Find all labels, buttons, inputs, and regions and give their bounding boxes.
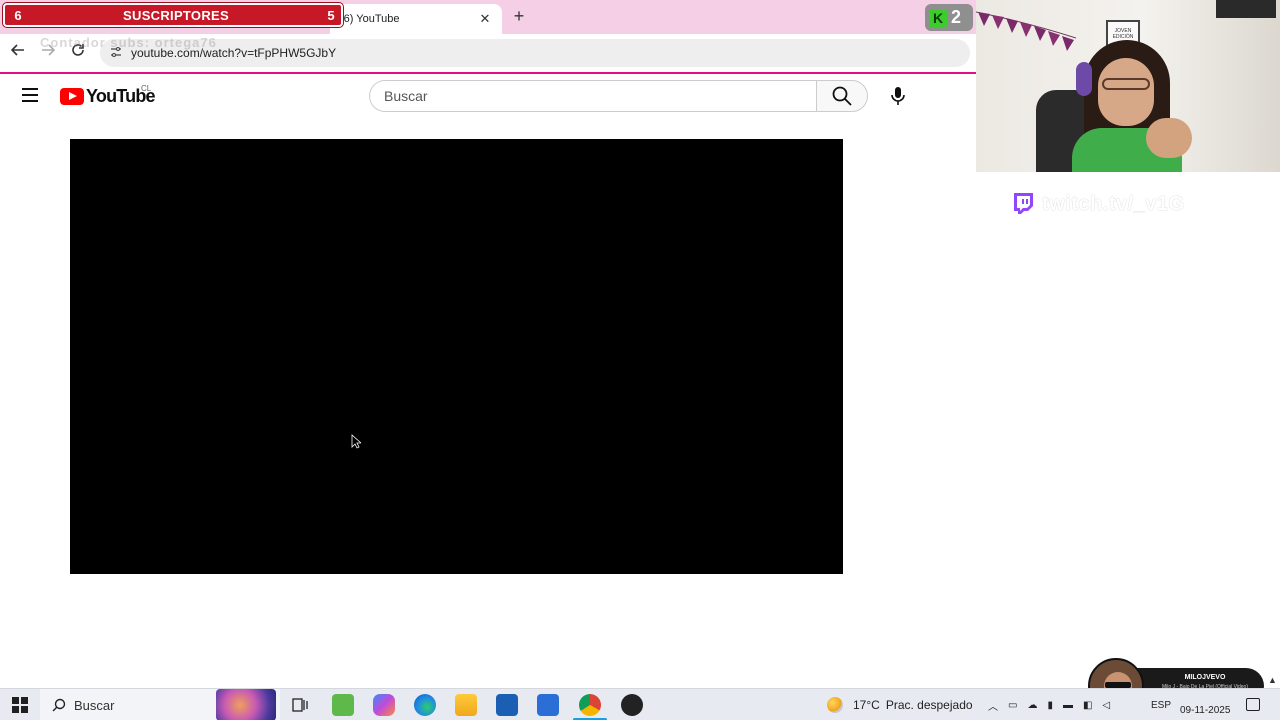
menu-icon[interactable]	[22, 88, 38, 102]
youtube-masthead: YouTube CL Buscar	[0, 74, 976, 118]
back-button[interactable]	[7, 42, 29, 64]
weather-icon	[827, 697, 843, 713]
system-tray: ︿ ▭ ☁ ▮ ▬ ◧ ◁	[988, 689, 1110, 720]
copilot-icon[interactable]	[373, 694, 395, 716]
volume-icon[interactable]: ◁	[1102, 700, 1110, 711]
show-hidden-icons-chevron-icon[interactable]: ︿	[988, 698, 998, 713]
chrome-icon[interactable]	[579, 694, 601, 716]
taskbar-date[interactable]: 09-11-2025	[1180, 705, 1230, 716]
taskbar-search-icon	[52, 698, 66, 712]
weather-widget[interactable]: 17°C Prac. despejado	[827, 689, 973, 720]
tab-close-icon[interactable]: ✕	[478, 11, 492, 27]
kick-viewer-count: 2	[951, 7, 962, 27]
twitch-handle-overlay: twitch.tv/_v1G	[1012, 192, 1185, 216]
windows-start-icon[interactable]	[12, 697, 28, 713]
onedrive-icon[interactable]: ☁	[1027, 700, 1037, 711]
youtube-play-icon	[60, 88, 84, 105]
input-language[interactable]: ESP	[1151, 689, 1171, 720]
twitch-icon	[1014, 193, 1033, 214]
chevron-up-icon[interactable]: ▲	[1268, 675, 1277, 685]
search-icon	[832, 86, 852, 106]
weather-temp: 17°C	[853, 698, 880, 712]
subscriber-count-current: 6	[14, 7, 22, 23]
country-code: CL	[141, 84, 152, 93]
video-player[interactable]	[70, 139, 843, 574]
search-placeholder: Buscar	[384, 88, 428, 104]
twitch-handle-text: twitch.tv/_v1G	[1042, 192, 1185, 215]
subscriber-count-goal: 5	[327, 7, 335, 23]
weather-description: Prac. despejado	[885, 698, 973, 712]
kick-logo-icon: K	[929, 8, 947, 27]
search-button[interactable]	[816, 80, 868, 112]
webcam-feed: JOVEN EDICIÓN	[976, 0, 1280, 172]
new-tab-button[interactable]: +	[509, 6, 529, 27]
microphone-tray-icon[interactable]: ▮	[1047, 700, 1053, 711]
outlook-icon[interactable]	[537, 694, 559, 716]
now-playing-artist: MILOJVEVO	[1184, 674, 1226, 681]
back-arrow-icon	[10, 44, 24, 56]
kick-viewer-badge: K 2	[925, 4, 973, 31]
windows-taskbar: Buscar 17°C Prac. despejado ︿ ▭ ☁ ▮ ▬ ◧ …	[0, 688, 1280, 720]
streamer-face	[1098, 58, 1154, 126]
tab-youtube[interactable]: (6) YouTube ✕	[330, 4, 502, 34]
microphone-icon	[891, 87, 905, 105]
subscriber-label: SUSCRIPTORES	[123, 7, 229, 23]
microsoft-store-icon[interactable]	[496, 694, 518, 716]
search-highlight-art	[216, 689, 276, 720]
taskbar-search-label: Buscar	[74, 697, 115, 713]
tab-title: (6) YouTube	[340, 13, 400, 25]
nvidia-app-icon[interactable]	[332, 694, 354, 716]
edge-icon[interactable]	[414, 694, 436, 716]
birthday-banner	[976, 11, 1076, 51]
headset	[1076, 62, 1092, 96]
wall-tv	[1216, 0, 1276, 18]
search-input[interactable]: Buscar	[369, 80, 817, 112]
subscriber-counter-overlay: 6 SUSCRIPTORES 5	[3, 3, 343, 27]
voice-search-button[interactable]	[880, 78, 916, 114]
notification-icon[interactable]	[1246, 698, 1260, 711]
mouse-pointer-icon	[351, 434, 363, 454]
obs-icon[interactable]	[621, 694, 643, 716]
file-explorer-icon[interactable]	[455, 694, 477, 716]
address-bar[interactable]: youtube.com/watch?v=tFpPHW5GJbY	[100, 39, 970, 67]
battery-icon[interactable]: ▬	[1063, 700, 1073, 711]
task-view-icon[interactable]	[289, 694, 311, 716]
meet-now-icon[interactable]: ▭	[1008, 700, 1017, 711]
ghost-overlay-text: Contador subs: ortega76	[40, 35, 217, 50]
network-icon[interactable]: ◧	[1083, 700, 1092, 711]
